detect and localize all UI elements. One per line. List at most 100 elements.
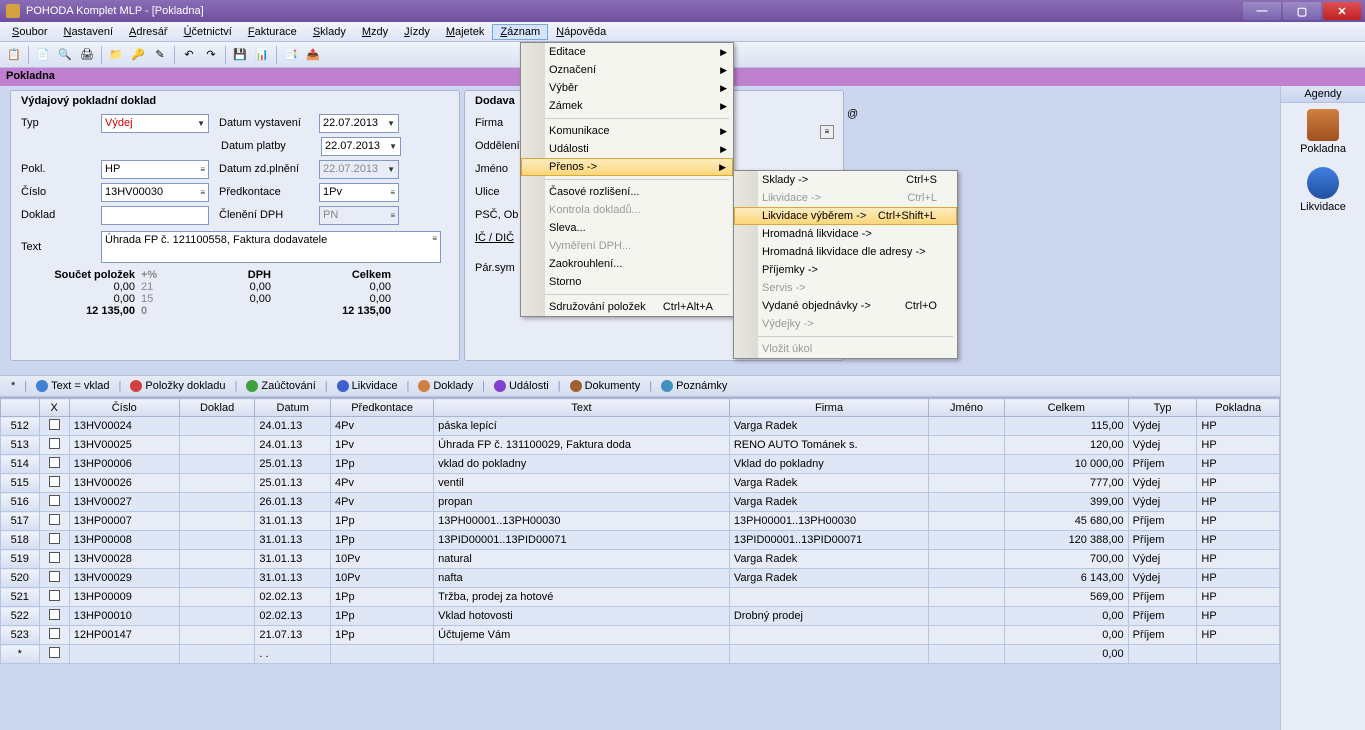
table-row[interactable]: 51413HP0000625.01.131Ppvklad do pokladny… xyxy=(1,455,1280,474)
tab[interactable]: Položky dokladu xyxy=(123,377,232,395)
table-row[interactable]: 51713HP0000731.01.131Pp13PH00001..13PH00… xyxy=(1,512,1280,531)
menu-záznam[interactable]: Záznam xyxy=(492,24,548,40)
lookup-button[interactable]: ≡ xyxy=(820,125,834,139)
col-header[interactable] xyxy=(1,399,40,417)
field-typ[interactable]: Výdej▼ xyxy=(101,114,209,133)
menu-sdruzovani[interactable]: Sdružování položekCtrl+Alt+A xyxy=(521,298,733,316)
submenu-item: Likvidace ->Ctrl+L xyxy=(734,189,957,207)
field-dvyst[interactable]: 22.07.2013▼ xyxy=(319,114,399,133)
menu-mzdy[interactable]: Mzdy xyxy=(354,24,396,40)
col-header[interactable]: X xyxy=(39,399,69,417)
lbl-dplat: Datum platby xyxy=(221,140,321,152)
table-row[interactable]: 52312HP0014721.07.131PpÚčtujeme Vám0,00P… xyxy=(1,626,1280,645)
tool-icon[interactable]: 💾 xyxy=(230,45,250,65)
tool-icon[interactable]: 🔍 xyxy=(55,45,75,65)
menu-soubor[interactable]: Soubor xyxy=(4,24,55,40)
submenu-item[interactable]: Sklady ->Ctrl+S xyxy=(734,171,957,189)
col-header[interactable]: Číslo xyxy=(69,399,179,417)
menu-účetnictví[interactable]: Účetnictví xyxy=(176,24,240,40)
menu-adresář[interactable]: Adresář xyxy=(121,24,176,40)
col-header[interactable]: Datum xyxy=(255,399,331,417)
menu-item[interactable]: Události▶ xyxy=(521,140,733,158)
tab[interactable]: Dokumenty xyxy=(563,377,648,395)
col-header[interactable]: Jméno xyxy=(929,399,1005,417)
table-row[interactable]: *. .0,00 xyxy=(1,645,1280,664)
tool-icon[interactable]: ↷ xyxy=(201,45,221,65)
col-header[interactable]: Firma xyxy=(729,399,928,417)
menu-nápověda[interactable]: Nápověda xyxy=(548,24,614,40)
tool-icon[interactable]: 📄 xyxy=(33,45,53,65)
col-header[interactable]: Pokladna xyxy=(1197,399,1280,417)
field-pokl[interactable]: HP≡ xyxy=(101,160,209,179)
menu-item[interactable]: Komunikace▶ xyxy=(521,122,733,140)
tool-icon[interactable]: 📑 xyxy=(281,45,301,65)
submenu-item[interactable]: Likvidace výběrem ->Ctrl+Shift+L xyxy=(734,207,957,225)
menu-item[interactable]: Zámek▶ xyxy=(521,97,733,115)
tab[interactable]: Zaúčtování xyxy=(239,377,322,395)
tab[interactable]: Poznámky xyxy=(654,377,734,395)
menu-item[interactable]: Storno xyxy=(521,273,733,291)
submenu-item[interactable]: Vydané objednávky ->Ctrl+O xyxy=(734,297,957,315)
menu-jízdy[interactable]: Jízdy xyxy=(396,24,438,40)
table-row[interactable]: 51513HV0002625.01.134PvventilVarga Radek… xyxy=(1,474,1280,493)
submenu-item[interactable]: Hromadná likvidace -> xyxy=(734,225,957,243)
lbl-predk: Předkontace xyxy=(219,186,319,198)
menu-item[interactable]: Zaokrouhlení... xyxy=(521,255,733,273)
tool-icon[interactable]: 📤 xyxy=(303,45,323,65)
menu-nastavení[interactable]: Nastavení xyxy=(55,24,121,40)
table-row[interactable]: 51313HV0002524.01.131PvÚhrada FP č. 1311… xyxy=(1,436,1280,455)
tab[interactable]: * xyxy=(4,377,22,395)
col-header[interactable]: Doklad xyxy=(179,399,255,417)
submenu-item[interactable]: Hromadná likvidace dle adresy -> xyxy=(734,243,957,261)
menu-item[interactable]: Editace▶ xyxy=(521,43,733,61)
menu-majetek[interactable]: Majetek xyxy=(438,24,493,40)
tool-icon[interactable]: 📊 xyxy=(252,45,272,65)
tool-icon[interactable]: 📋 xyxy=(4,45,24,65)
close-button[interactable]: ✕ xyxy=(1323,2,1361,20)
table-row[interactable]: 51913HV0002831.01.1310PvnaturalVarga Rad… xyxy=(1,550,1280,569)
lbl-pokl: Pokl. xyxy=(21,163,101,175)
menu-prenos[interactable]: Přenos ->▶ xyxy=(521,158,733,176)
table-row[interactable]: 51613HV0002726.01.134PvpropanVarga Radek… xyxy=(1,493,1280,512)
submenu-item[interactable]: Příjemky -> xyxy=(734,261,957,279)
tab[interactable]: Likvidace xyxy=(330,377,405,395)
sidebar-item-likvidace[interactable]: Likvidace xyxy=(1281,161,1365,219)
grid[interactable]: XČísloDokladDatumPředkontaceTextFirmaJmé… xyxy=(0,397,1280,730)
window-controls: — ▢ ✕ xyxy=(1243,2,1361,20)
field-cislo[interactable]: 13HV00030≡ xyxy=(101,183,209,202)
table-row[interactable]: 51213HV0002424.01.134Pvpáska lepícíVarga… xyxy=(1,417,1280,436)
table-row[interactable]: 52213HP0001002.02.131PpVklad hotovostiDr… xyxy=(1,607,1280,626)
menu-item[interactable]: Označení▶ xyxy=(521,61,733,79)
menu-item[interactable]: Sleva... xyxy=(521,219,733,237)
menu-item[interactable]: Výběr▶ xyxy=(521,79,733,97)
tool-icon[interactable]: ↶ xyxy=(179,45,199,65)
field-predk[interactable]: 1Pv≡ xyxy=(319,183,399,202)
menu-item[interactable]: Časové rozlišení... xyxy=(521,183,733,201)
field-text[interactable]: Úhrada FP č. 121100558, Faktura dodavate… xyxy=(101,231,441,263)
tool-icon[interactable]: 🖨 xyxy=(77,45,97,65)
tool-icon[interactable]: 📁 xyxy=(106,45,126,65)
col-header[interactable]: Celkem xyxy=(1004,399,1128,417)
menu-sklady[interactable]: Sklady xyxy=(305,24,354,40)
maximize-button[interactable]: ▢ xyxy=(1283,2,1321,20)
zaznam-menu[interactable]: Editace▶Označení▶Výběr▶Zámek▶ Komunikace… xyxy=(520,42,734,317)
menubar: SouborNastaveníAdresářÚčetnictvíFakturac… xyxy=(0,22,1365,42)
minimize-button[interactable]: — xyxy=(1243,2,1281,20)
sidebar-item-pokladna[interactable]: Pokladna xyxy=(1281,103,1365,161)
field-dplat[interactable]: 22.07.2013▼ xyxy=(321,137,401,156)
menu-fakturace[interactable]: Fakturace xyxy=(240,24,305,40)
tool-icon[interactable]: ✎ xyxy=(150,45,170,65)
field-doklad[interactable] xyxy=(101,206,209,225)
tab[interactable]: Doklady xyxy=(411,377,480,395)
tool-icon[interactable]: 🔑 xyxy=(128,45,148,65)
col-header[interactable]: Předkontace xyxy=(331,399,434,417)
tab[interactable]: Text = vklad xyxy=(29,377,116,395)
table-row[interactable]: 51813HP0000831.01.131Pp13PID00001..13PID… xyxy=(1,531,1280,550)
col-header[interactable]: Typ xyxy=(1128,399,1197,417)
table-row[interactable]: 52113HP0000902.02.131PpTržba, prodej za … xyxy=(1,588,1280,607)
table-row[interactable]: 52013HV0002931.01.1310PvnaftaVarga Radek… xyxy=(1,569,1280,588)
prenos-submenu[interactable]: Sklady ->Ctrl+SLikvidace ->Ctrl+LLikvida… xyxy=(733,170,958,359)
totals-title: Součet položek xyxy=(21,269,141,281)
col-header[interactable]: Text xyxy=(434,399,730,417)
tab[interactable]: Události xyxy=(487,377,556,395)
